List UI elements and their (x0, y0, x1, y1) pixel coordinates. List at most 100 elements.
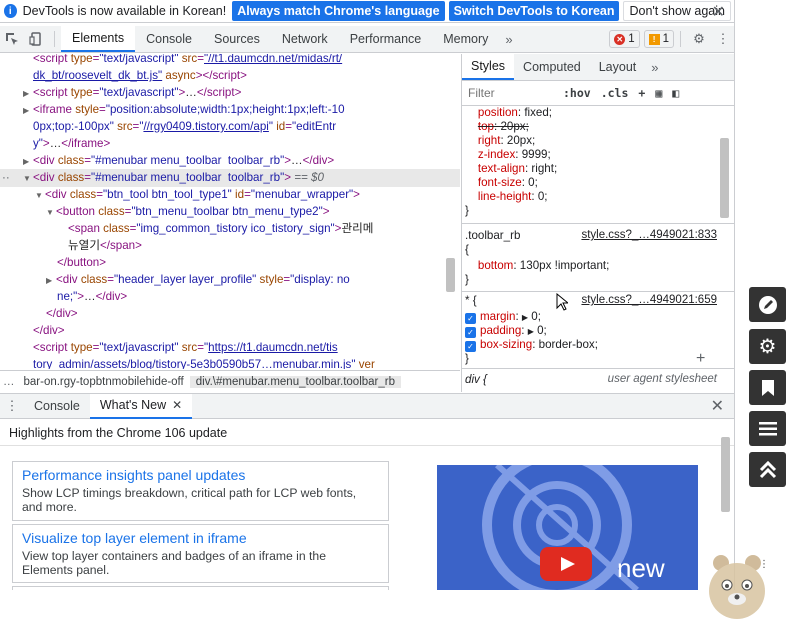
double-up-icon (759, 460, 776, 478)
dom-node-line[interactable]: dk_bt/roosevelt_dk_bt.js" async></script… (0, 67, 460, 84)
rule-prop[interactable]: bottom: 130px !important; (465, 259, 610, 273)
rule-prop[interactable]: ✓ margin: ▶ 0; (465, 310, 541, 325)
rule-source-link[interactable]: style.css?_…4949021:659 (581, 294, 717, 306)
tab-layout[interactable]: Layout (590, 54, 646, 80)
always-match-language-button[interactable]: Always match Chrome's language (232, 1, 445, 21)
dom-node-line[interactable]: 0px;top:-100px" src="//rgy0409.tistory.c… (0, 118, 460, 135)
tab-performance[interactable]: Performance (339, 26, 433, 52)
div-class: "#menubar menu_toolbar toolbar_rb" (91, 171, 285, 184)
rule-prop[interactable]: ✓ padding: ▶ 0; (465, 324, 547, 339)
rule-prop[interactable]: position: fixed; (465, 106, 552, 120)
dom-node-line[interactable]: ▶ <div class="#menubar menu_toolbar toolb… (0, 152, 460, 170)
tab-styles[interactable]: Styles (462, 54, 515, 80)
rule-divider (462, 368, 734, 369)
dom-node-line[interactable]: tory_admin/assets/blog/tistory-5e3b0590b… (0, 356, 460, 369)
rule-prop[interactable]: line-height: 0; (465, 190, 548, 204)
tab-sources[interactable]: Sources (203, 26, 271, 52)
tab-network[interactable]: Network (271, 26, 339, 52)
dom-node-line[interactable]: ▶ <div class="header_layer layer_profile"… (0, 271, 460, 289)
property-checkbox[interactable]: ✓ (465, 313, 476, 324)
drawer-menu-icon[interactable]: ⋮ (0, 393, 24, 419)
whats-new-scrollbar[interactable] (721, 437, 730, 512)
drawer-tab-whats-new[interactable]: What's New ✕ (89, 393, 193, 419)
dom-node-line[interactable]: <span class="img_common_tistory ico_tist… (0, 220, 460, 237)
rule-selector[interactable]: * { (465, 294, 477, 308)
drawer-tab-console[interactable]: Console (24, 394, 90, 419)
toggle-sidebar-icon[interactable]: ◧ (667, 86, 684, 100)
tab-elements[interactable]: Elements (61, 26, 136, 52)
dom-node-line[interactable]: </button> (0, 254, 460, 271)
warning-count-badge[interactable]: ! 1 (643, 30, 674, 48)
video-thumbnail[interactable]: new (437, 465, 698, 590)
switch-to-korean-button[interactable]: Switch DevTools to Korean (448, 1, 620, 21)
more-options-icon[interactable]: ⋮ (711, 26, 734, 52)
rule-source-link[interactable]: style.css?_…4949021:833 (581, 229, 717, 241)
add-property-icon[interactable]: + (696, 350, 705, 368)
paint-icon[interactable]: ▦ (650, 86, 667, 100)
dom-node-line[interactable]: </div> (0, 322, 460, 339)
close-infobar-icon[interactable]: ✕ (712, 2, 725, 22)
news-card[interactable] (12, 586, 389, 590)
dom-node-line[interactable]: ▶ <iframe style="position:absolute;width:… (0, 101, 460, 119)
script-src-link[interactable]: https://t1.daumcdn.net/tis (208, 341, 338, 354)
script-src-link[interactable]: dk_bt/roosevelt_dk_bt.js" (33, 69, 162, 82)
rule-prop[interactable]: font-size: 0; (465, 176, 538, 190)
tab-memory[interactable]: Memory (432, 26, 499, 52)
news-card-title[interactable]: Performance insights panel updates (22, 467, 379, 483)
hover-state-toggle[interactable]: :hov (558, 86, 596, 100)
dom-node-line[interactable]: ▶ <script type="text/javascript">…</scrip… (0, 84, 460, 102)
close-drawer-icon[interactable]: ✕ (711, 396, 724, 416)
settings-button[interactable]: ⚙ (749, 329, 786, 364)
drawer-tabbar: ⋮ Console What's New ✕ (0, 393, 734, 419)
property-checkbox[interactable]: ✓ (465, 341, 476, 352)
styles-scrollbar[interactable] (720, 138, 729, 218)
rule-selector[interactable]: div { (465, 373, 487, 387)
tab-console[interactable]: Console (135, 26, 203, 52)
dom-node-line[interactable]: ▼ <button class="btn_menu_toolbar btn_men… (0, 203, 460, 221)
dom-node-line[interactable]: 뉴열기</span> (0, 237, 460, 254)
rule-selector[interactable]: .toolbar_rb (465, 229, 520, 243)
news-card[interactable]: Performance insights panel updates Show … (12, 461, 389, 521)
write-post-button[interactable] (749, 287, 786, 322)
news-card-title[interactable]: Visualize top layer element in iframe (22, 530, 379, 546)
rule-prop[interactable]: right: 20px; (465, 134, 535, 148)
dom-node-line[interactable]: </div> (0, 305, 460, 322)
styles-filter-input[interactable] (468, 86, 558, 100)
device-toolbar-icon[interactable] (24, 26, 48, 52)
breadcrumb-scroll-left-icon[interactable]: … (0, 376, 18, 388)
button-class: "btn_menu_toolbar btn_menu_type2" (131, 205, 323, 218)
rule-prop[interactable]: ✓ box-sizing: border-box; (465, 338, 598, 352)
script-src-link[interactable]: tory_admin/assets/blog/tistory-5e3b0590b… (33, 358, 355, 369)
dom-node-line[interactable]: <script type="text/javascript" src="http… (0, 339, 460, 356)
error-count-badge[interactable]: ✕ 1 (609, 30, 640, 48)
bookmark-button[interactable] (749, 370, 786, 405)
more-tabs-icon[interactable]: » (645, 60, 664, 75)
inspect-element-icon[interactable] (0, 26, 24, 52)
dom-node-line[interactable]: <script type="text/javascript" src="//t1… (0, 54, 460, 67)
breadcrumb-item-current[interactable]: div.\#menubar.menu_toolbar.toolbar_rb (189, 375, 402, 388)
news-card[interactable]: Visualize top layer element in iframe Vi… (12, 524, 389, 583)
scroll-top-button[interactable] (749, 452, 786, 487)
new-rule-icon[interactable]: + (633, 86, 650, 100)
close-tab-icon[interactable]: ✕ (172, 398, 182, 412)
more-tabs-icon[interactable]: » (499, 32, 518, 47)
class-toggle[interactable]: .cls (596, 86, 634, 100)
dom-node-line[interactable]: ne;">…</div> (0, 288, 460, 305)
dom-node-line-selected[interactable]: ·· ▼ <div class="#menubar menu_toolbar too… (0, 169, 460, 187)
pen-icon (758, 295, 777, 314)
play-icon[interactable] (540, 547, 592, 581)
menu-button[interactable] (749, 411, 786, 446)
property-checkbox[interactable]: ✓ (465, 327, 476, 338)
iframe-src-link[interactable]: //rgy0409.tistory.com/api (143, 120, 268, 133)
tab-computed[interactable]: Computed (514, 54, 590, 80)
rule-prop[interactable]: text-align: right; (465, 162, 557, 176)
rule-prop[interactable]: z-index: 9999; (465, 148, 551, 162)
dom-node-line[interactable]: ▼ <div class="btn_tool btn_tool_type1" id… (0, 186, 460, 204)
elements-scrollbar[interactable] (446, 258, 455, 292)
script-src-link[interactable]: "//t1.daumcdn.net/midas/rt/ (204, 54, 342, 65)
breadcrumb-item[interactable]: bar-on.rgy-topbtnmobilehide-off (18, 376, 190, 388)
rule-prop-overridden[interactable]: top: 20px; (465, 120, 529, 134)
selected-node-marker: == $0 (294, 171, 324, 184)
settings-gear-icon[interactable]: ⚙ (687, 26, 711, 52)
dom-node-line[interactable]: y">…</iframe> (0, 135, 460, 152)
